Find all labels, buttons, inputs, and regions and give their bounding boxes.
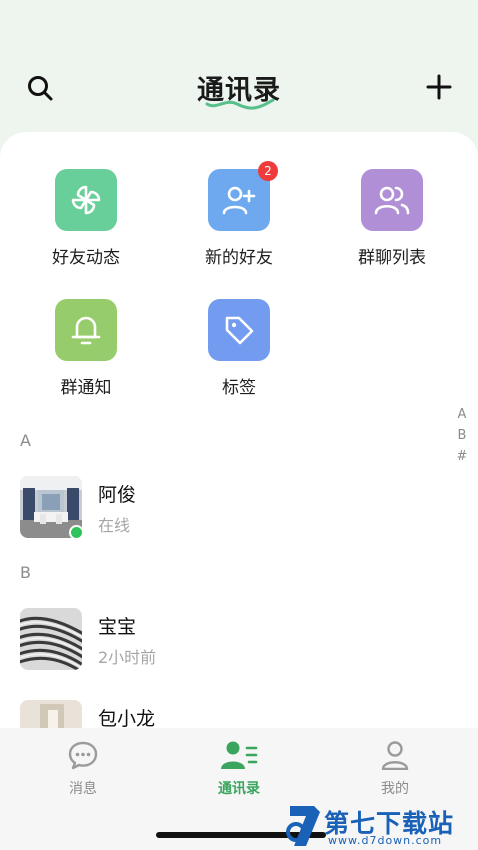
feature-label: 群聊列表 xyxy=(358,248,426,268)
avatar xyxy=(20,700,82,728)
section-header: B xyxy=(20,563,31,582)
watermark-url: www.d7down.com xyxy=(328,834,443,847)
notification-badge: 2 xyxy=(258,161,278,181)
tag-icon xyxy=(208,299,270,361)
header: 通讯录 xyxy=(0,0,478,140)
feature-tags[interactable]: 标签 xyxy=(169,299,309,398)
index-letter[interactable]: # xyxy=(452,446,472,467)
alphabet-index[interactable]: A B # xyxy=(452,404,472,467)
contact-status: 在线 xyxy=(98,516,131,535)
avatar xyxy=(20,608,82,670)
tab-contacts[interactable]: 通讯录 xyxy=(189,740,289,798)
index-letter[interactable]: B xyxy=(452,425,472,446)
contact-name: 宝宝 xyxy=(98,616,137,638)
profile-icon xyxy=(381,741,409,771)
chat-bubble-icon xyxy=(68,741,98,770)
tab-label: 消息 xyxy=(69,781,97,797)
group-icon xyxy=(361,169,423,231)
feature-group-list[interactable]: 群聊列表 xyxy=(322,169,462,268)
feature-label: 新的好友 xyxy=(205,248,273,268)
contact-status: 2小时前 xyxy=(98,648,157,667)
contact-row[interactable]: 包小龙 xyxy=(20,700,450,728)
feature-label: 好友动态 xyxy=(52,248,120,268)
add-icon[interactable] xyxy=(424,72,454,102)
index-letter[interactable]: A xyxy=(452,404,472,425)
feature-new-friends[interactable]: 2 新的好友 xyxy=(169,161,309,268)
contacts-icon xyxy=(221,741,258,769)
add-user-icon: 2 xyxy=(208,161,278,231)
tab-profile[interactable]: 我的 xyxy=(345,740,445,798)
tab-label: 我的 xyxy=(381,781,409,797)
contact-name: 包小龙 xyxy=(98,708,156,728)
contact-row[interactable]: 阿俊 在线 xyxy=(20,476,450,540)
d7-logo-icon xyxy=(286,806,320,846)
feature-label: 群通知 xyxy=(60,378,112,398)
tab-label: 通讯录 xyxy=(218,781,260,797)
contact-name: 阿俊 xyxy=(98,484,137,506)
tab-messages[interactable]: 消息 xyxy=(33,740,133,798)
bell-icon xyxy=(55,299,117,361)
watermark: 第七下载站 www.d7down.com xyxy=(284,800,478,850)
feature-group-notice[interactable]: 群通知 xyxy=(16,299,156,398)
section-header: A xyxy=(20,431,31,450)
contact-row[interactable]: 宝宝 2小时前 xyxy=(20,608,450,670)
feature-label: 标签 xyxy=(222,378,256,398)
feature-friend-moments[interactable]: 好友动态 xyxy=(16,169,156,268)
title-wave-decoration xyxy=(205,98,275,110)
pinwheel-icon xyxy=(55,169,117,231)
online-indicator xyxy=(69,525,84,540)
